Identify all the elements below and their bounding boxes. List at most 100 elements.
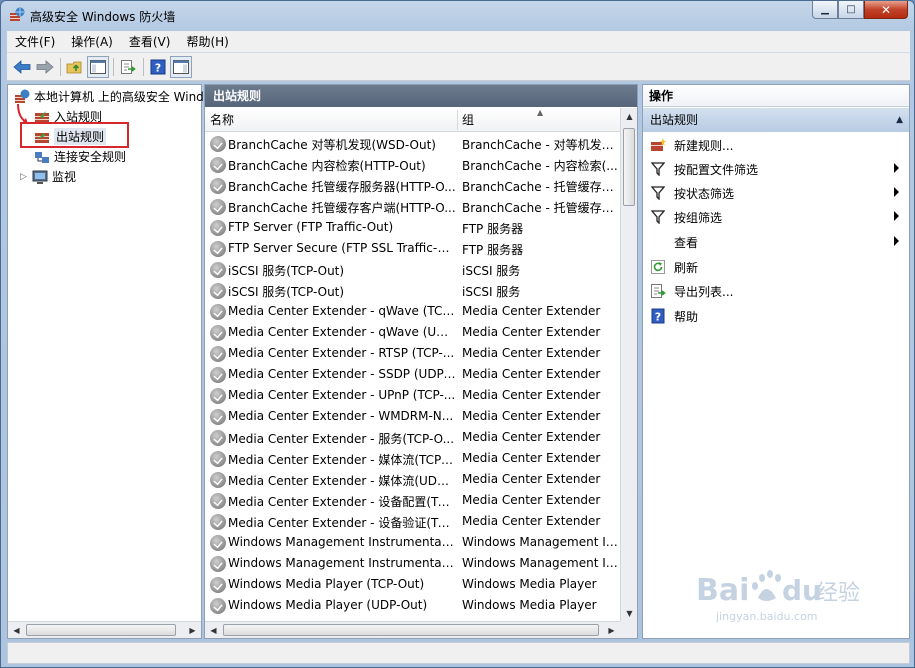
table-row[interactable]: BranchCache 对等机发现(WSD-Out) BranchCache - … [205,134,620,155]
rule-name-cell: Media Center Extender - UPnP (TCP-... [228,388,456,402]
table-row[interactable]: iSCSI 服务(TCP-Out) iSCSI 服务 [205,260,620,281]
rule-name-cell: Media Center Extender - qWave (UD... [228,325,456,339]
tree-horizontal-scrollbar[interactable]: ◀ ▶ [8,621,201,638]
action-label: 按配置文件筛选 [674,162,759,177]
action-filter-by-group[interactable]: 按组筛选 [643,205,909,229]
toolbar-separator [60,57,61,76]
connection-security-icon [35,151,49,163]
table-row[interactable]: Media Center Extender - RTSP (TCP-... Med… [205,344,620,365]
table-row[interactable]: Media Center Extender - qWave (TCP... Med… [205,302,620,323]
action-filter-by-state[interactable]: 按状态筛选 [643,181,909,205]
table-row[interactable]: Media Center Extender - WMDRM-N... Media … [205,407,620,428]
watermark-url: jingyan.baidu.com [715,610,818,623]
table-row[interactable]: BranchCache 内容检索(HTTP-Out) BranchCache - … [205,155,620,176]
folder-up-icon [66,61,82,73]
maximize-button[interactable]: □ [838,1,864,19]
help-button[interactable]: ? [147,56,169,78]
scroll-left-button[interactable]: ◀ [205,622,222,638]
scroll-up-button[interactable]: ▲ [621,108,638,124]
svg-text:?: ? [655,311,661,324]
menu-action[interactable]: 操作(A) [63,33,121,50]
action-refresh[interactable]: 刷新 [643,255,909,279]
action-filter-by-profile[interactable]: 按配置文件筛选 [643,157,909,181]
scroll-thumb[interactable] [26,624,176,636]
action-view[interactable]: 查看 [643,230,909,254]
watermark-brand-cn: 经验 [816,581,859,606]
rule-disabled-icon [210,241,226,257]
action-label: 按组筛选 [674,210,723,225]
action-new-rule[interactable]: 新建规则... [643,133,909,157]
actions-section-header[interactable]: 出站规则 ▲ [643,108,909,132]
scroll-right-button[interactable]: ▶ [184,622,201,638]
action-help[interactable]: ? 帮助 [643,304,909,328]
menu-help[interactable]: 帮助(H) [178,33,236,50]
action-label: 按状态筛选 [674,186,735,201]
show-hide-action-pane-button[interactable] [170,55,192,78]
back-button[interactable] [11,56,33,78]
rule-name-cell: BranchCache 内容检索(HTTP-Out) [228,159,426,173]
table-row[interactable]: Windows Management Instrumentati... Windo… [205,554,620,575]
title-bar[interactable]: 高级安全 Windows 防火墙 ▁ □ ✕ [1,1,914,31]
table-row[interactable]: Media Center Extender - 设备验证(TC... Media … [205,512,620,533]
rule-disabled-icon [210,598,226,614]
rule-disabled-icon [210,451,226,467]
rule-name-cell: Media Center Extender - RTSP (TCP-... [228,346,455,360]
tree-item-connection-security[interactable]: 连接安全规则 [34,147,126,166]
up-level-button[interactable] [64,56,86,78]
action-label: 帮助 [674,309,699,324]
rule-list: BranchCache 对等机发现(WSD-Out) BranchCache - … [205,134,620,617]
tree-root[interactable]: 本地计算机 上的高级安全 Wind [14,87,204,106]
rule-disabled-icon [210,367,226,383]
close-button[interactable]: ✕ [864,1,908,19]
table-row[interactable]: Media Center Extender - UPnP (TCP-... Med… [205,386,620,407]
caption-buttons: ▁ □ ✕ [812,1,908,19]
table-row[interactable]: FTP Server Secure (FTP SSL Traffic-Out) F… [205,239,620,260]
menu-view[interactable]: 查看(V) [121,33,179,50]
menu-file[interactable]: 文件(F) [7,33,63,50]
show-hide-tree-button[interactable] [87,55,109,78]
new-rule-icon [650,137,666,153]
table-row[interactable]: Windows Media Player (UDP-Out) Windows Me… [205,596,620,617]
monitor-icon [32,170,48,184]
tree-item-monitoring[interactable]: ▷ 监视 [20,167,76,186]
highlight-box [20,122,129,148]
scroll-thumb[interactable] [623,128,635,206]
scroll-right-button[interactable]: ▶ [603,622,620,638]
expand-chevron-icon[interactable]: ▷ [20,172,32,182]
rule-name-cell: Media Center Extender - WMDRM-N... [228,409,454,423]
minimize-button[interactable]: ▁ [812,1,838,19]
table-row[interactable]: Windows Management Instrumentati... Windo… [205,533,620,554]
table-row[interactable]: iSCSI 服务(TCP-Out) iSCSI 服务 [205,281,620,302]
rule-group-cell: Windows Management In... [462,535,620,549]
table-row[interactable]: Media Center Extender - 服务(TCP-O... Media… [205,428,620,449]
rule-group-cell: Media Center Extender [462,472,601,486]
actions-title: 操作 [643,85,909,107]
scroll-thumb[interactable] [223,624,599,636]
table-row[interactable]: Media Center Extender - 媒体流(UDP-... Media… [205,470,620,491]
tree-item-label: 连接安全规则 [54,150,127,164]
table-row[interactable]: BranchCache 托管缓存客户端(HTTP-O... BranchCache… [205,197,620,218]
tree-root-label: 本地计算机 上的高级安全 Wind [34,90,204,104]
rule-disabled-icon [210,157,226,173]
forward-button[interactable] [34,56,56,78]
column-name-header[interactable]: 名称 [205,108,457,132]
table-row[interactable]: Media Center Extender - SSDP (UDP-... Med… [205,365,620,386]
table-row[interactable]: Media Center Extender - 设备配置(TC... Media … [205,491,620,512]
table-row[interactable]: Media Center Extender - 媒体流(TCP-... Media… [205,449,620,470]
export-list-button[interactable] [117,56,139,78]
rule-group-cell: Media Center Extender [462,388,601,402]
rule-group-cell: Media Center Extender [462,346,601,360]
action-export-list[interactable]: 导出列表... [643,279,909,303]
table-row[interactable]: Media Center Extender - qWave (UD... Medi… [205,323,620,344]
table-row[interactable]: Windows Media Player (TCP-Out) Windows Me… [205,575,620,596]
list-horizontal-scrollbar[interactable]: ◀ ▶ [205,621,620,638]
submenu-arrow-icon [894,211,899,221]
action-label: 导出列表... [674,284,734,299]
scroll-down-button[interactable]: ▼ [621,605,638,621]
collapse-up-icon[interactable]: ▲ [896,108,903,132]
table-row[interactable]: FTP Server (FTP Traffic-Out) FTP 服务器 [205,218,620,239]
scroll-left-button[interactable]: ◀ [8,622,25,638]
console-tree-pane: 本地计算机 上的高级安全 Wind 入站规则 出站规则 连接安全规则 ▷ 监视 … [7,84,204,639]
list-vertical-scrollbar[interactable]: ▲ ▼ [620,108,637,623]
table-row[interactable]: BranchCache 托管缓存服务器(HTTP-O... BranchCache… [205,176,620,197]
